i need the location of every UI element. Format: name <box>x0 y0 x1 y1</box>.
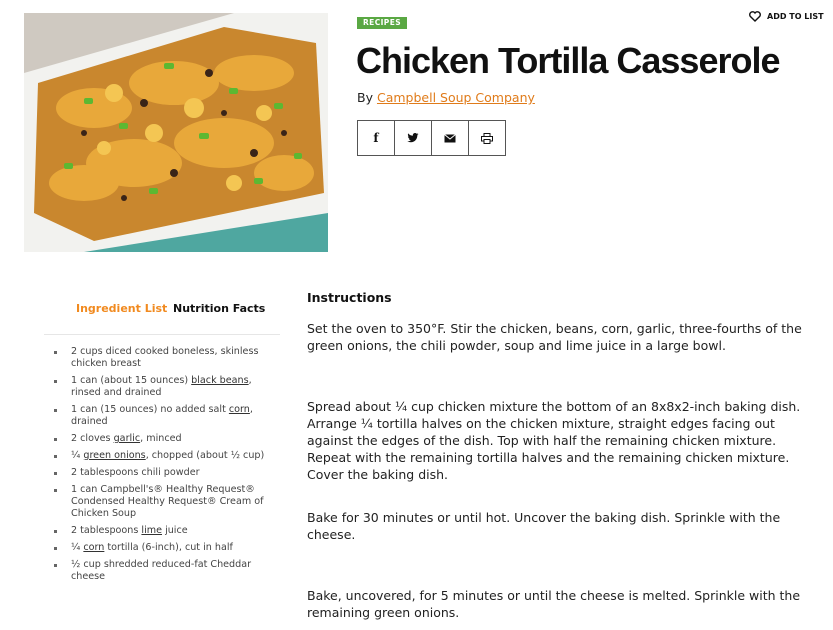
recipe-title: Chicken Tortilla Casserole <box>356 40 780 81</box>
recipe-photo <box>24 13 328 252</box>
ingredient-text: 1 can (15 ounces) no added salt <box>71 404 229 415</box>
ingredient-item: 1 can (15 ounces) no added salt corn, dr… <box>52 404 284 428</box>
instruction-step: Bake, uncovered, for 5 minutes or until … <box>307 588 801 620</box>
ingredient-item: 2 cloves garlic, minced <box>52 433 284 445</box>
ingredient-text: 2 tablespoons chili powder <box>71 467 200 478</box>
add-to-list-button[interactable]: ADD TO LIST <box>749 11 824 22</box>
ingredient-link[interactable]: green onions <box>83 450 145 461</box>
heart-icon <box>749 11 761 22</box>
ingredient-text: 2 tablespoons <box>71 525 142 536</box>
tab-nutrition-facts[interactable]: Nutrition Facts <box>173 302 265 315</box>
tab-ingredient-list[interactable]: Ingredient List <box>76 302 167 315</box>
ingredient-tabs: Ingredient List Nutrition Facts <box>44 296 280 335</box>
instruction-step: Spread about ¼ cup chicken mixture the b… <box>307 399 801 482</box>
ingredient-item: ¼ corn tortilla (6-inch), cut in half <box>52 542 284 554</box>
ingredient-item: 2 tablespoons chili powder <box>52 467 284 479</box>
author-link[interactable]: Campbell Soup Company <box>377 90 535 105</box>
ingredient-text: ¼ <box>71 450 84 461</box>
share-toolbar: f <box>357 120 506 156</box>
email-icon <box>444 133 456 142</box>
ingredient-text: 2 cloves <box>71 433 114 444</box>
ingredient-list: 2 cups diced cooked boneless, skinless c… <box>52 346 284 588</box>
byline: By Campbell Soup Company <box>357 90 535 105</box>
facebook-icon: f <box>373 131 379 145</box>
ingredient-text: juice <box>162 525 188 536</box>
twitter-icon <box>407 133 419 143</box>
instructions-heading: Instructions <box>307 290 392 305</box>
instruction-step: Bake for 30 minutes or until hot. Uncove… <box>307 510 781 542</box>
facebook-share-button[interactable]: f <box>358 121 395 155</box>
email-share-button[interactable] <box>432 121 469 155</box>
ingredient-item: 1 can Campbell's® Healthy Request® Conde… <box>52 484 284 520</box>
ingredient-item: 2 cups diced cooked boneless, skinless c… <box>52 346 284 370</box>
ingredient-text: tortilla (6-inch), cut in half <box>104 542 233 553</box>
add-to-list-label: ADD TO LIST <box>767 12 824 21</box>
ingredient-item: 1 can (about 15 ounces) black beans, rin… <box>52 375 284 399</box>
ingredient-text: ¼ <box>71 542 84 553</box>
recipes-badge[interactable]: RECIPES <box>357 17 408 29</box>
ingredient-link[interactable]: lime <box>141 525 162 536</box>
ingredient-text: , minced <box>140 433 182 444</box>
byline-prefix: By <box>357 90 373 105</box>
ingredient-item: ¼ green onions, chopped (about ½ cup) <box>52 450 284 462</box>
ingredient-item: 2 tablespoons lime juice <box>52 525 284 537</box>
print-icon <box>481 132 493 144</box>
ingredient-link[interactable]: garlic <box>114 433 141 444</box>
ingredient-item: ½ cup shredded reduced-fat Cheddar chees… <box>52 559 284 583</box>
ingredient-text: , chopped (about ½ cup) <box>145 450 265 461</box>
ingredient-link[interactable]: black beans <box>191 375 248 386</box>
twitter-share-button[interactable] <box>395 121 432 155</box>
print-button[interactable] <box>469 121 505 155</box>
ingredient-link[interactable]: corn <box>229 404 250 415</box>
ingredient-link[interactable]: corn <box>83 542 104 553</box>
ingredient-text: 1 can Campbell's® Healthy Request® Conde… <box>71 484 264 519</box>
ingredient-text: 2 cups diced cooked boneless, skinless c… <box>71 346 259 369</box>
instruction-step: Set the oven to 350°F. Stir the chicken,… <box>307 321 802 353</box>
ingredient-text: ½ cup shredded reduced-fat Cheddar chees… <box>71 559 252 582</box>
ingredient-text: 1 can (about 15 ounces) <box>71 375 192 386</box>
